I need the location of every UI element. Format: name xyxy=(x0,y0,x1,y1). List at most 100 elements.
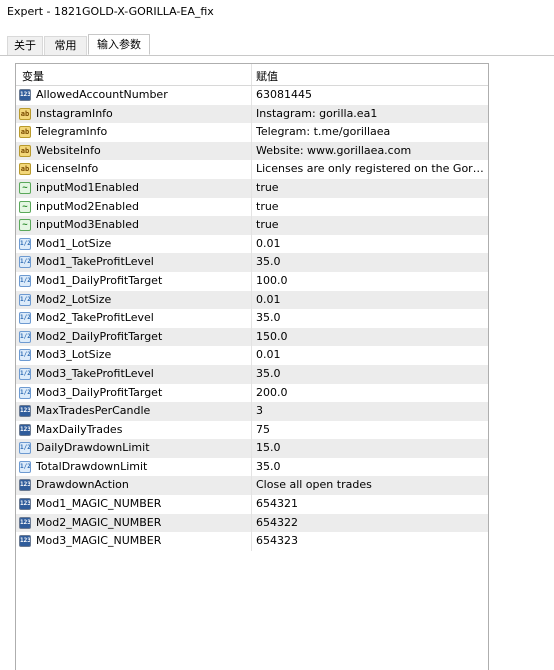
double-type-icon: 1/2 xyxy=(19,237,31,250)
parameter-value[interactable]: 3 xyxy=(256,402,486,421)
double-type-icon: 1/2 xyxy=(19,330,31,343)
column-separator xyxy=(251,439,252,458)
parameter-value[interactable]: 35.0 xyxy=(256,253,486,272)
tab-common[interactable]: 常用 xyxy=(44,36,87,55)
parameter-value[interactable]: Telegram: t.me/gorillaea xyxy=(256,123,486,142)
table-row[interactable]: ~ inputMod2Enabled true xyxy=(16,197,488,217)
parameter-value[interactable]: 0.01 xyxy=(256,291,486,310)
parameter-value[interactable]: 150.0 xyxy=(256,328,486,347)
parameter-value[interactable]: 63081445 xyxy=(256,86,486,105)
column-separator xyxy=(251,383,252,403)
column-separator xyxy=(251,290,252,310)
tab-inputs[interactable]: 输入参数 xyxy=(88,34,150,55)
parameter-name: Mod3_LotSize xyxy=(36,348,112,362)
parameter-value[interactable]: Website: www.gorillaea.com xyxy=(256,142,486,161)
parameter-name: LicenseInfo xyxy=(36,162,99,176)
table-row[interactable]: 123 AllowedAccountNumber 63081445 xyxy=(16,86,488,105)
table-row[interactable]: 123 MaxTradesPerCandle 3 xyxy=(16,402,488,421)
parameter-name: DailyDrawdownLimit xyxy=(36,441,150,455)
table-row[interactable]: 1/2 Mod1_LotSize 0.01 xyxy=(16,234,488,254)
parameter-value[interactable]: true xyxy=(256,216,486,235)
double-type-icon: 1/2 xyxy=(19,442,31,455)
column-separator xyxy=(251,513,252,533)
integer-type-icon: 123 xyxy=(19,479,31,492)
header-value[interactable]: 赋值 xyxy=(256,68,278,84)
column-separator xyxy=(251,532,252,551)
column-separator xyxy=(251,495,252,514)
parameter-value[interactable]: 200.0 xyxy=(256,384,486,403)
table-row[interactable]: 1/2 Mod2_TakeProfitLevel 35.0 xyxy=(16,309,488,328)
table-row[interactable]: ~ inputMod1Enabled true xyxy=(16,178,488,198)
table-row[interactable]: 1/2 Mod2_DailyProfitTarget 150.0 xyxy=(16,327,488,347)
column-separator xyxy=(251,123,252,142)
parameter-value[interactable]: Close all open trades xyxy=(256,476,486,495)
boolean-type-icon: ~ xyxy=(19,200,31,213)
parameter-value[interactable]: 654323 xyxy=(256,532,486,551)
string-type-icon: ab xyxy=(19,126,31,139)
parameter-name: TotalDrawdownLimit xyxy=(36,459,148,473)
parameter-name: Mod3_TakeProfitLevel xyxy=(36,366,154,380)
column-separator xyxy=(251,178,252,198)
table-row[interactable]: 1/2 Mod3_LotSize 0.01 xyxy=(16,346,488,365)
string-type-icon: ab xyxy=(19,107,31,120)
table-row[interactable]: 1/2 Mod3_DailyProfitTarget 200.0 xyxy=(16,383,488,403)
column-separator xyxy=(251,420,252,440)
parameter-name: Mod2_DailyProfitTarget xyxy=(36,329,163,343)
parameter-value[interactable]: 15.0 xyxy=(256,439,486,458)
parameter-value[interactable]: 35.0 xyxy=(256,458,486,477)
table-row[interactable]: 1/2 Mod1_TakeProfitLevel 35.0 xyxy=(16,253,488,272)
tab-about[interactable]: 关于 xyxy=(7,36,43,55)
table-row[interactable]: 1/2 Mod3_TakeProfitLevel 35.0 xyxy=(16,364,488,384)
parameter-name: Mod3_MAGIC_NUMBER xyxy=(36,534,162,548)
parameter-value[interactable]: Licenses are only registered on the Gori… xyxy=(256,160,486,179)
string-type-icon: ab xyxy=(19,144,31,157)
column-separator xyxy=(251,457,252,477)
table-row[interactable]: 123 DrawdownAction Close all open trades xyxy=(16,476,488,496)
parameter-value[interactable]: true xyxy=(256,179,486,198)
double-type-icon: 1/2 xyxy=(19,274,31,287)
table-row[interactable]: 1/2 Mod2_LotSize 0.01 xyxy=(16,290,488,310)
double-type-icon: 1/2 xyxy=(19,349,31,362)
parameter-name: Mod1_TakeProfitLevel xyxy=(36,255,154,269)
column-separator xyxy=(251,253,252,272)
double-type-icon: 1/2 xyxy=(19,386,31,399)
parameter-value[interactable]: Instagram: gorilla.ea1 xyxy=(256,105,486,124)
table-row[interactable]: ~ inputMod3Enabled true xyxy=(16,216,488,235)
parameter-value[interactable]: true xyxy=(256,198,486,217)
table-row[interactable]: 123 Mod1_MAGIC_NUMBER 654321 xyxy=(16,495,488,514)
integer-type-icon: 123 xyxy=(19,423,31,436)
table-row[interactable]: ab TelegramInfo Telegram: t.me/gorillaea xyxy=(16,123,488,142)
header-separator[interactable] xyxy=(251,64,252,85)
parameter-name: Mod3_DailyProfitTarget xyxy=(36,385,163,399)
parameter-name: DrawdownAction xyxy=(36,478,129,492)
parameter-value[interactable]: 654322 xyxy=(256,514,486,533)
double-type-icon: 1/2 xyxy=(19,293,31,306)
double-type-icon: 1/2 xyxy=(19,460,31,473)
parameter-value[interactable]: 0.01 xyxy=(256,235,486,254)
column-separator xyxy=(251,402,252,421)
parameter-name: Mod1_MAGIC_NUMBER xyxy=(36,497,162,511)
column-separator xyxy=(251,309,252,328)
parameter-value[interactable]: 35.0 xyxy=(256,365,486,384)
table-row[interactable]: 1/2 Mod1_DailyProfitTarget 100.0 xyxy=(16,271,488,291)
parameter-value[interactable]: 654321 xyxy=(256,495,486,514)
column-separator xyxy=(251,364,252,384)
parameter-value[interactable]: 75 xyxy=(256,421,486,440)
parameter-name: AllowedAccountNumber xyxy=(36,88,168,101)
table-row[interactable]: 123 Mod2_MAGIC_NUMBER 654322 xyxy=(16,513,488,533)
boolean-type-icon: ~ xyxy=(19,181,31,194)
parameter-value[interactable]: 0.01 xyxy=(256,346,486,365)
column-separator xyxy=(251,86,252,105)
parameter-value[interactable]: 35.0 xyxy=(256,309,486,328)
header-variable[interactable]: 变量 xyxy=(22,68,44,84)
table-row[interactable]: 1/2 DailyDrawdownLimit 15.0 xyxy=(16,439,488,458)
tab-bar: 关于 常用 输入参数 xyxy=(0,34,554,56)
table-row[interactable]: 123 MaxDailyTrades 75 xyxy=(16,420,488,440)
column-separator xyxy=(251,141,252,161)
table-row[interactable]: ab InstagramInfo Instagram: gorilla.ea1 xyxy=(16,104,488,124)
parameter-value[interactable]: 100.0 xyxy=(256,272,486,291)
table-row[interactable]: ab WebsiteInfo Website: www.gorillaea.com xyxy=(16,141,488,161)
table-row[interactable]: 123 Mod3_MAGIC_NUMBER 654323 xyxy=(16,532,488,551)
table-row[interactable]: 1/2 TotalDrawdownLimit 35.0 xyxy=(16,457,488,477)
table-row[interactable]: ab LicenseInfo Licenses are only registere… xyxy=(16,160,488,179)
